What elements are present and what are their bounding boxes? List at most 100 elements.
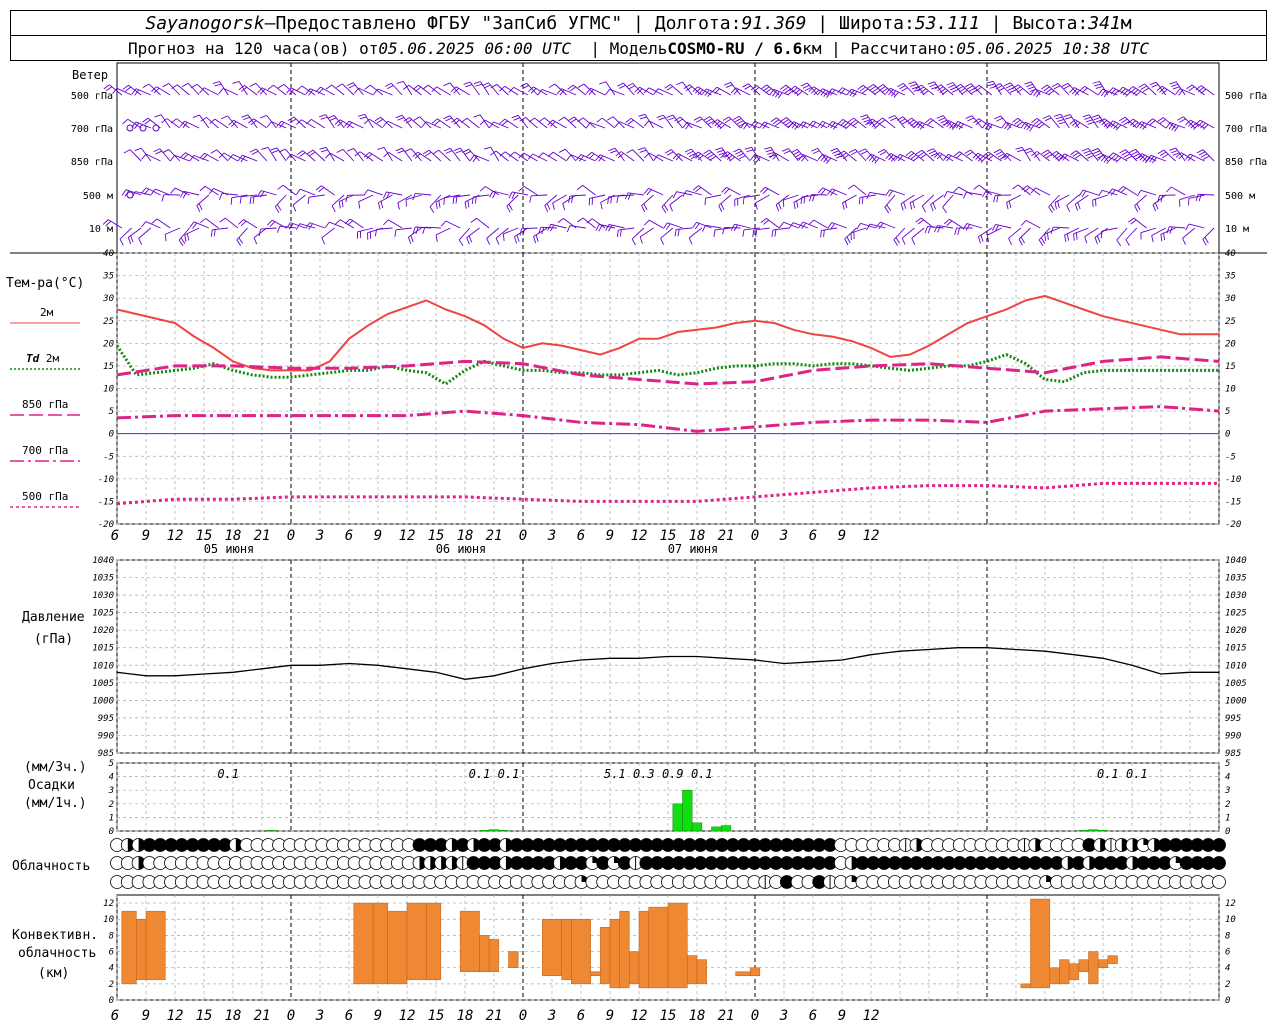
wind-barb-feather — [827, 188, 833, 195]
wind-barb — [670, 84, 683, 96]
wind-barb-feather — [694, 223, 700, 230]
precip-total-label: 0.9 — [662, 767, 684, 781]
wind-barb-feather — [742, 83, 749, 88]
wind-barb-feather — [1095, 86, 1103, 89]
wind-barb-feather — [1093, 150, 1100, 154]
wind-barb-feather — [230, 197, 233, 205]
wind-barb-feather — [1081, 190, 1087, 198]
wind-barb-feather — [682, 122, 688, 129]
wind-barb-feather — [692, 185, 699, 191]
wind-barb-feather — [346, 82, 354, 87]
wind-barb-feather — [142, 117, 149, 123]
wind-barb-feather — [695, 118, 703, 123]
wind-barb-feather — [924, 226, 928, 234]
wind-barb-feather — [533, 236, 537, 244]
wind-barb-feather — [238, 219, 244, 225]
wind-barb — [135, 88, 152, 96]
wind-barb-feather — [1082, 114, 1090, 118]
wind-barb-feather — [1012, 117, 1019, 123]
time-tick-label: 9 — [838, 528, 846, 544]
pres-ytick-left: 1030 — [92, 591, 114, 601]
wind-barb-feather — [571, 195, 574, 203]
wind-barb-feather — [646, 189, 652, 196]
wind-barb-feather — [103, 84, 110, 90]
wind-barb-feather — [722, 116, 730, 121]
convective-bar — [638, 910, 649, 989]
wind-barb-feather — [610, 150, 617, 154]
wind-barb-feather — [817, 154, 823, 160]
wind-barb-feather — [779, 221, 784, 229]
wind-barb-feather — [867, 84, 874, 89]
convective-bar — [542, 918, 562, 977]
wind-barb-feather — [473, 81, 481, 85]
wind-barb-feather — [908, 119, 915, 125]
wind-barb-feather — [199, 185, 206, 192]
wind-barb-feather — [151, 218, 158, 224]
precip-bar — [266, 830, 277, 832]
wind-barb-feather — [1185, 153, 1191, 160]
wind-barb-feather — [508, 203, 513, 211]
wind-barb — [1084, 227, 1099, 237]
wind-barb — [408, 227, 422, 238]
wind-barb-feather — [309, 151, 316, 157]
convective-bar — [479, 935, 490, 972]
wind-barb-feather — [1171, 83, 1179, 87]
wind-barb — [116, 87, 132, 96]
wind-barb-feather — [946, 82, 954, 86]
wind-barb-feather — [383, 152, 389, 158]
wind-barb-feather — [922, 90, 929, 96]
conv-ytick-right: 8 — [1225, 931, 1230, 941]
pres-ytick-left: 1020 — [92, 626, 114, 636]
wind-barb-feather — [599, 81, 606, 85]
wind-barb-feather — [1188, 86, 1195, 92]
wind-barb-feather — [719, 123, 726, 130]
wind-barb — [776, 117, 790, 129]
wind-barb — [387, 120, 403, 129]
wind-barb-feather — [1081, 87, 1088, 94]
wind-barb — [455, 86, 471, 96]
wind-barb-feather — [808, 219, 814, 226]
wind-barb — [648, 219, 664, 229]
wind-barb-feather — [628, 85, 636, 90]
wind-barb-feather — [445, 150, 453, 154]
wind-barb-feather — [295, 188, 301, 196]
temp-ytick-left: 40 — [103, 249, 114, 259]
wind-barb-feather — [134, 147, 142, 152]
precip-total-label: 0.1 — [469, 767, 491, 781]
wind-barb — [1125, 227, 1138, 240]
wind-barb — [677, 153, 693, 162]
precip-total-label: 0.1 — [498, 767, 520, 781]
wind-barb-feather — [1162, 153, 1169, 159]
wind-barb-feather — [1147, 118, 1154, 124]
wind-barb-feather — [1042, 115, 1050, 119]
wind-barb-feather — [198, 203, 203, 211]
wind-barb-feather — [182, 153, 189, 160]
wind-barb — [618, 227, 635, 231]
pres-ytick-left: 1015 — [92, 644, 114, 654]
wind-barb-feather — [513, 117, 521, 121]
wind-barb-feather — [1094, 83, 1102, 87]
wind-barb-feather — [464, 201, 467, 209]
precip-bar — [691, 822, 703, 832]
wind-barb-feather — [307, 197, 310, 205]
wind-barb-feather — [848, 148, 856, 153]
wind-barb — [648, 187, 664, 196]
wind-barb-feather — [1038, 123, 1045, 129]
wind-barb — [156, 218, 171, 229]
wind-barb-feather — [336, 148, 344, 153]
wind-barb-feather — [1135, 90, 1141, 97]
wind-barb-feather — [1038, 239, 1044, 246]
temp-ytick-right: 15 — [1225, 362, 1236, 372]
wind-barb — [1161, 85, 1176, 96]
wind-barb-feather — [926, 148, 934, 152]
wind-barb-feather — [627, 119, 634, 125]
wind-barb-feather — [253, 237, 258, 245]
wind-barb-feather — [606, 116, 614, 121]
precip-bar — [711, 826, 722, 832]
wind-barb — [1140, 227, 1157, 234]
wind-barb — [590, 87, 606, 96]
wind-barb — [480, 81, 490, 96]
wind-barb-feather — [759, 121, 765, 128]
temp-ytick-left: 10 — [103, 385, 114, 395]
pres-ytick-right: 1040 — [1225, 556, 1247, 566]
